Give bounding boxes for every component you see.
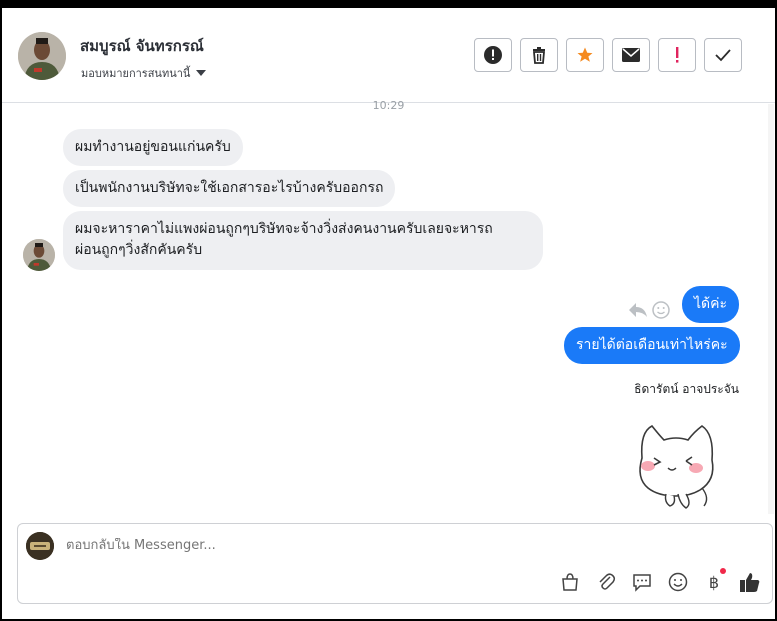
thumbs-up-icon[interactable]: [738, 570, 762, 594]
incoming-message[interactable]: เป็นพนักงานบริษัทจะใช้เอกสารอะไรบ้างครับ…: [63, 170, 396, 207]
scrollbar[interactable]: [768, 104, 774, 514]
assign-label: มอบหมายการสนทนานี้: [81, 67, 191, 80]
notification-dot: [720, 568, 726, 574]
mark-unread-button[interactable]: [612, 38, 650, 72]
alert-circle-icon: [484, 46, 502, 64]
mark-spam-button[interactable]: [474, 38, 512, 72]
message-composer: ฿: [17, 523, 773, 604]
exclamation-icon: [676, 47, 679, 63]
reply-icon[interactable]: [628, 301, 648, 323]
bag-icon[interactable]: [558, 570, 582, 594]
trash-icon: [533, 47, 545, 64]
assign-conversation-dropdown[interactable]: มอบหมายการสนทนานี้: [81, 64, 207, 82]
contact-name: สมบูรณ์ จันทรกรณ์: [80, 37, 204, 55]
delete-button[interactable]: [520, 38, 558, 72]
cat-sticker[interactable]: [630, 418, 722, 512]
follow-up-button[interactable]: [658, 38, 696, 72]
message-line: ผมจะหาราคาไม่แพงผ่อนถูกๆบริษัทจะจ้างวิ่ง…: [75, 221, 493, 237]
react-emoji-icon[interactable]: [652, 301, 670, 323]
composer-actions: ฿: [558, 568, 762, 594]
conversation-header: สมบูรณ์ จันทรกรณ์ มอบหมายการสนทนานี้: [2, 8, 775, 103]
envelope-icon: [622, 48, 640, 62]
baht-symbol: ฿: [708, 572, 720, 592]
sender-label: ธิดารัตน์ อาจประจัน: [634, 382, 739, 396]
page-avatar: [26, 532, 54, 560]
chat-bubble-icon[interactable]: [630, 570, 654, 594]
paperclip-icon[interactable]: [594, 570, 618, 594]
header-toolbar: [474, 38, 742, 72]
star-icon: [577, 47, 593, 62]
message-line: ผ่อนถูกๆวิ่งสักคันครับ: [75, 242, 203, 258]
star-button[interactable]: [566, 38, 604, 72]
baht-icon[interactable]: ฿: [702, 568, 726, 594]
incoming-message[interactable]: ผมทำงานอยู่ขอนแก่นครับ: [63, 129, 243, 166]
outgoing-message[interactable]: ได้ค่ะ: [682, 286, 740, 323]
reply-input[interactable]: [66, 538, 466, 553]
caret-down-icon: [196, 70, 207, 76]
incoming-message[interactable]: ผมจะหาราคาไม่แพงผ่อนถูกๆบริษัทจะจ้างวิ่ง…: [63, 211, 543, 270]
message-timestamp: 10:29: [372, 99, 405, 112]
contact-avatar[interactable]: [18, 32, 66, 80]
outgoing-message[interactable]: รายได้ต่อเดือนเท่าไหร่คะ: [564, 327, 740, 364]
check-icon: [715, 49, 731, 62]
mark-done-button[interactable]: [704, 38, 742, 72]
emoji-icon[interactable]: [666, 570, 690, 594]
sender-avatar[interactable]: [23, 239, 55, 271]
